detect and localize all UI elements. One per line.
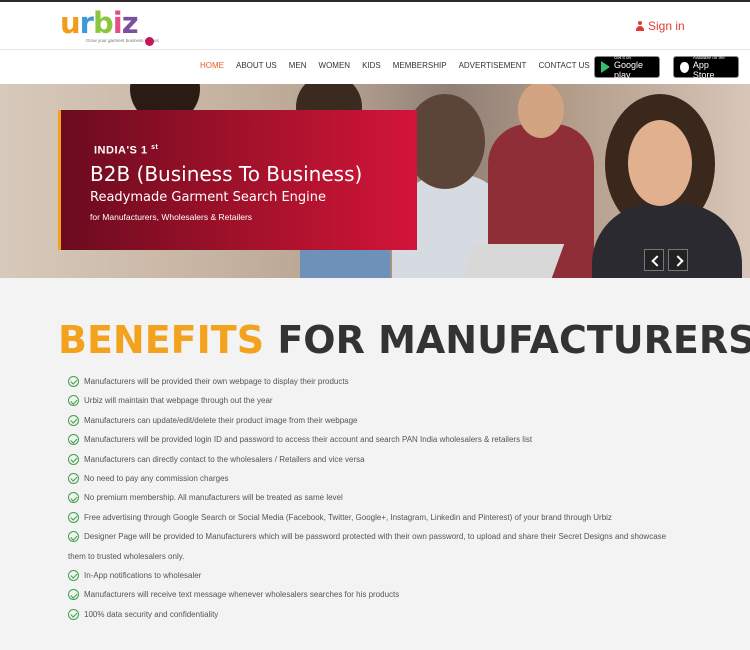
list-item: Manufacturers can directly contact to th… (68, 450, 708, 469)
hero-photo-person (628, 120, 692, 206)
list-item: Manufacturers will be provided their own… (68, 372, 708, 391)
nav-item-kids[interactable]: KIDS (362, 61, 381, 70)
list-item: Urbiz will maintain that webpage through… (68, 391, 708, 410)
hero-headline: B2B (Business To Business) (90, 162, 363, 186)
check-circle-icon (68, 376, 79, 387)
check-circle-icon (68, 570, 79, 582)
nav-item-women[interactable]: WOMEN (319, 61, 351, 70)
list-item: No need to pay any commission charges (68, 469, 708, 488)
nav-item-advertisement[interactable]: ADVERTISEMENT (459, 61, 527, 70)
nav-item-membership[interactable]: MEMBERSHIP (393, 61, 447, 70)
nav-item-home[interactable]: HOME (200, 61, 224, 70)
list-item: In-App notifications to wholesaler (68, 566, 708, 585)
top-border (0, 0, 750, 2)
nav-menu: HOME ABOUT US MEN WOMEN KIDS MEMBERSHIP … (200, 61, 602, 70)
check-circle-icon (68, 608, 79, 620)
nav-item-contact-us[interactable]: CONTACT US (538, 61, 589, 70)
signin-link[interactable]: Sign in (636, 19, 685, 33)
nav-item-men[interactable]: MEN (289, 61, 307, 70)
carousel-next-button[interactable] (668, 249, 688, 271)
check-circle-icon (68, 434, 79, 446)
check-circle-icon (68, 531, 79, 543)
logo-badge-icon (145, 37, 154, 46)
list-item: Manufacturers will receive text message … (68, 585, 708, 604)
user-icon (636, 21, 644, 31)
hero-photo-person (518, 84, 564, 138)
hero-photo-person (592, 204, 742, 278)
check-circle-icon (68, 589, 79, 601)
hero-subheadline: Readymade Garment Search Engine (90, 190, 327, 205)
check-circle-icon (68, 473, 79, 485)
benefits-heading: BENEFITS FOR MANUFACTURERS (58, 318, 750, 362)
urbiz-logo[interactable]: urbiz Grow your garment business with us (60, 6, 160, 46)
list-item: 100% data security and confidentiality (68, 605, 708, 624)
check-circle-icon (68, 511, 79, 523)
apple-icon (680, 61, 689, 73)
list-item: Manufacturers will be provided login ID … (68, 430, 708, 449)
carousel-prev-button[interactable] (644, 249, 664, 271)
signin-label: Sign in (648, 19, 685, 33)
list-item: Designer Page will be provided to Manufa… (68, 527, 708, 566)
hero-line-1-sup: st (151, 144, 159, 151)
logo-wordmark: urbiz (60, 6, 139, 40)
google-play-icon (601, 61, 610, 73)
hero-photo-laptop (461, 244, 565, 278)
check-circle-icon (68, 453, 79, 465)
app-store-button[interactable]: Available on the App Store (673, 55, 739, 80)
hero-caption-card: INDIA'S 1 st B2B (Business To Business) … (58, 110, 417, 250)
nav-item-about-us[interactable]: ABOUT US (236, 61, 277, 70)
check-circle-icon (68, 414, 79, 426)
hero-audience: for Manufacturers, Wholesalers & Retaile… (90, 212, 253, 222)
list-item-continuation: them to trusted wholesalers only. (68, 551, 185, 561)
check-circle-icon (68, 492, 79, 504)
list-item: Manufacturers can update/edit/delete the… (68, 411, 708, 430)
check-circle-icon (68, 395, 79, 407)
benefits-heading-highlight: BENEFITS (58, 318, 265, 362)
benefits-heading-rest: FOR MANUFACTURERS (277, 318, 750, 362)
list-item: No premium membership. All manufacturers… (68, 488, 708, 507)
app-store-big-text: App Store (692, 59, 715, 80)
hero-line-1: INDIA'S 1 st (94, 144, 159, 157)
top-header: urbiz Grow your garment business with us… (0, 0, 750, 50)
benefits-list: Manufacturers will be provided their own… (68, 372, 708, 624)
google-play-big-text: Google play (614, 59, 644, 80)
google-play-button[interactable]: Get it on Google play (594, 55, 660, 80)
hero-photo-person (405, 94, 485, 189)
list-item: Free advertising through Google Search o… (68, 508, 708, 527)
